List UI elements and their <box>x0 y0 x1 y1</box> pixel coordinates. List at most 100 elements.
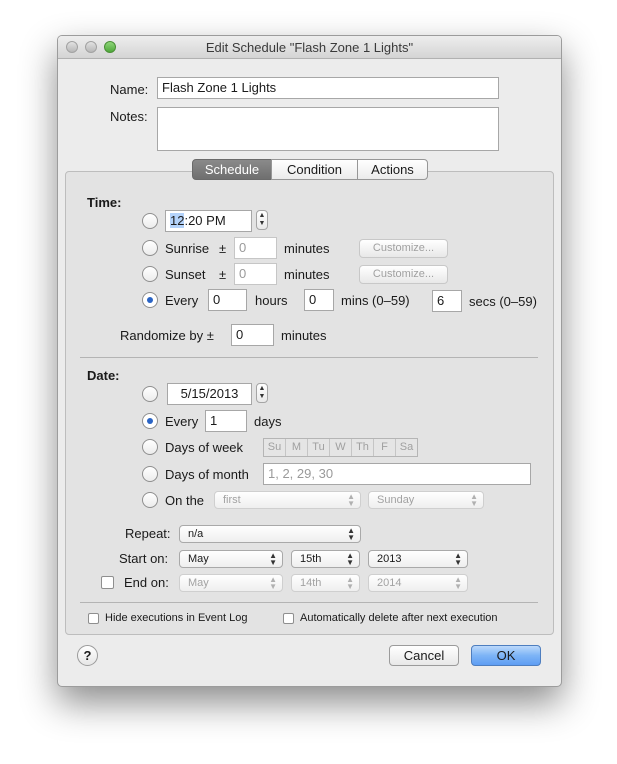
tab-condition[interactable]: Condition <box>271 159 358 180</box>
options-separator <box>80 602 538 603</box>
popup-arrows-icon: ▲ ▼ <box>347 526 355 542</box>
sunrise-customize-button[interactable]: Customize... <box>359 239 448 258</box>
mins-label: mins (0–59) <box>341 293 410 308</box>
start-day-popup[interactable]: 15th ▲ ▼ <box>291 550 360 568</box>
randomize-unit-label: minutes <box>281 328 327 343</box>
every-mins-field[interactable]: 0 <box>304 289 334 311</box>
on-the-day-popup[interactable]: Sunday ▲ ▼ <box>368 491 484 509</box>
end-on-checkbox[interactable] <box>101 576 114 589</box>
weekday-friday[interactable]: F <box>374 439 396 456</box>
ok-button[interactable]: OK <box>471 645 541 666</box>
window-title: Edit Schedule "Flash Zone 1 Lights" <box>205 40 414 55</box>
on-the-radio[interactable] <box>142 492 158 508</box>
repeat-label: Repeat: <box>125 526 171 541</box>
days-of-month-radio[interactable] <box>142 466 158 482</box>
popup-arrows-icon: ▲ ▼ <box>269 551 277 567</box>
time-field[interactable]: 12:20 PM <box>165 210 252 232</box>
weekday-tuesday[interactable]: Tu <box>308 439 330 456</box>
repeat-value: n/a <box>188 528 204 540</box>
sunset-radio[interactable] <box>142 266 158 282</box>
title-bar: Edit Schedule "Flash Zone 1 Lights" <box>58 36 561 59</box>
time-date-separator <box>80 357 538 358</box>
repeat-popup[interactable]: n/a ▲ ▼ <box>179 525 361 543</box>
start-month-value: May <box>188 553 209 565</box>
start-year-value: 2013 <box>377 553 402 565</box>
weekday-monday[interactable]: M <box>286 439 308 456</box>
sunset-label: Sunset <box>165 267 206 282</box>
weekday-sunday[interactable]: Su <box>264 439 286 456</box>
end-month-value: May <box>188 577 209 589</box>
on-the-ordinal-popup[interactable]: first ▲ ▼ <box>214 491 361 509</box>
randomize-field[interactable]: 0 <box>231 324 274 346</box>
popup-arrows-icon: ▲ ▼ <box>269 575 277 591</box>
days-of-month-label: Days of month <box>165 467 249 482</box>
sunrise-radio[interactable] <box>142 240 158 256</box>
date-specific-radio[interactable] <box>142 386 158 402</box>
sunrise-plusminus: ± <box>219 241 227 256</box>
hide-executions-checkbox[interactable] <box>88 613 99 624</box>
tab-actions[interactable]: Actions <box>357 159 428 180</box>
weekday-saturday[interactable]: Sa <box>396 439 417 456</box>
notes-label: Notes: <box>110 109 148 124</box>
popup-arrows-icon: ▲ ▼ <box>470 492 478 508</box>
date-field[interactable]: 5/15/2013 <box>167 383 252 405</box>
popup-arrows-icon: ▲ ▼ <box>347 492 355 508</box>
sunrise-label: Sunrise <box>165 241 210 256</box>
end-on-label: End on: <box>124 575 169 590</box>
secs-label: secs (0–59) <box>469 294 537 309</box>
time-rest-segment[interactable]: :20 PM <box>184 213 225 228</box>
time-every-radio[interactable] <box>142 292 158 308</box>
start-day-value: 15th <box>300 553 322 565</box>
days-of-week-radio[interactable] <box>142 439 158 455</box>
every-secs-field[interactable]: 6 <box>432 290 462 312</box>
sunrise-minutes-label: minutes <box>284 241 330 256</box>
name-field[interactable]: Flash Zone 1 Lights <box>157 77 499 99</box>
popup-arrows-icon: ▲ ▼ <box>346 551 354 567</box>
randomize-label: Randomize by ± <box>120 328 214 343</box>
end-day-value: 14th <box>300 577 322 589</box>
every-days-field[interactable]: 1 <box>205 410 247 432</box>
name-label: Name: <box>110 82 149 97</box>
sunset-offset-field[interactable]: 0 <box>234 263 277 285</box>
tab-schedule[interactable]: Schedule <box>192 159 272 180</box>
sunrise-offset-field[interactable]: 0 <box>234 237 277 259</box>
popup-arrows-icon: ▲ ▼ <box>346 575 354 591</box>
time-specific-radio[interactable] <box>142 213 158 229</box>
weekday-selector[interactable]: Su M Tu W Th F Sa <box>263 438 418 457</box>
time-every-label: Every <box>165 293 199 308</box>
end-month-popup[interactable]: May ▲ ▼ <box>179 574 283 592</box>
on-the-ordinal-value: first <box>223 494 241 506</box>
days-label: days <box>254 414 282 429</box>
every-hours-field[interactable]: 0 <box>208 289 247 311</box>
end-year-popup[interactable]: 2014 ▲ ▼ <box>368 574 468 592</box>
help-button[interactable]: ? <box>77 645 98 666</box>
cancel-button[interactable]: Cancel <box>389 645 459 666</box>
sunset-minutes-label: minutes <box>284 267 330 282</box>
start-on-label: Start on: <box>119 551 169 566</box>
date-every-label: Every <box>165 414 199 429</box>
hours-label: hours <box>255 293 288 308</box>
days-of-week-label: Days of week <box>165 440 244 455</box>
popup-arrows-icon: ▲ ▼ <box>454 551 462 567</box>
end-day-popup[interactable]: 14th ▲ ▼ <box>291 574 360 592</box>
notes-field[interactable] <box>157 107 499 151</box>
date-heading: Date: <box>87 368 120 383</box>
weekday-wednesday[interactable]: W <box>330 439 352 456</box>
on-the-label: On the <box>165 493 205 508</box>
time-hour-segment[interactable]: 12 <box>170 213 185 228</box>
date-stepper[interactable]: ▲ ▼ <box>256 383 268 403</box>
edit-schedule-dialog: Edit Schedule "Flash Zone 1 Lights" Name… <box>57 35 562 687</box>
start-month-popup[interactable]: May ▲ ▼ <box>179 550 283 568</box>
sunset-customize-button[interactable]: Customize... <box>359 265 448 284</box>
auto-delete-checkbox[interactable] <box>283 613 294 624</box>
popup-arrows-icon: ▲ ▼ <box>454 575 462 591</box>
sunset-plusminus: ± <box>219 267 227 282</box>
date-every-radio[interactable] <box>142 413 158 429</box>
time-stepper[interactable]: ▲ ▼ <box>256 210 268 230</box>
on-the-day-value: Sunday <box>377 494 415 506</box>
time-heading: Time: <box>87 195 122 210</box>
days-of-month-field[interactable]: 1, 2, 29, 30 <box>263 463 531 485</box>
end-year-value: 2014 <box>377 577 402 589</box>
start-year-popup[interactable]: 2013 ▲ ▼ <box>368 550 468 568</box>
weekday-thursday[interactable]: Th <box>352 439 374 456</box>
